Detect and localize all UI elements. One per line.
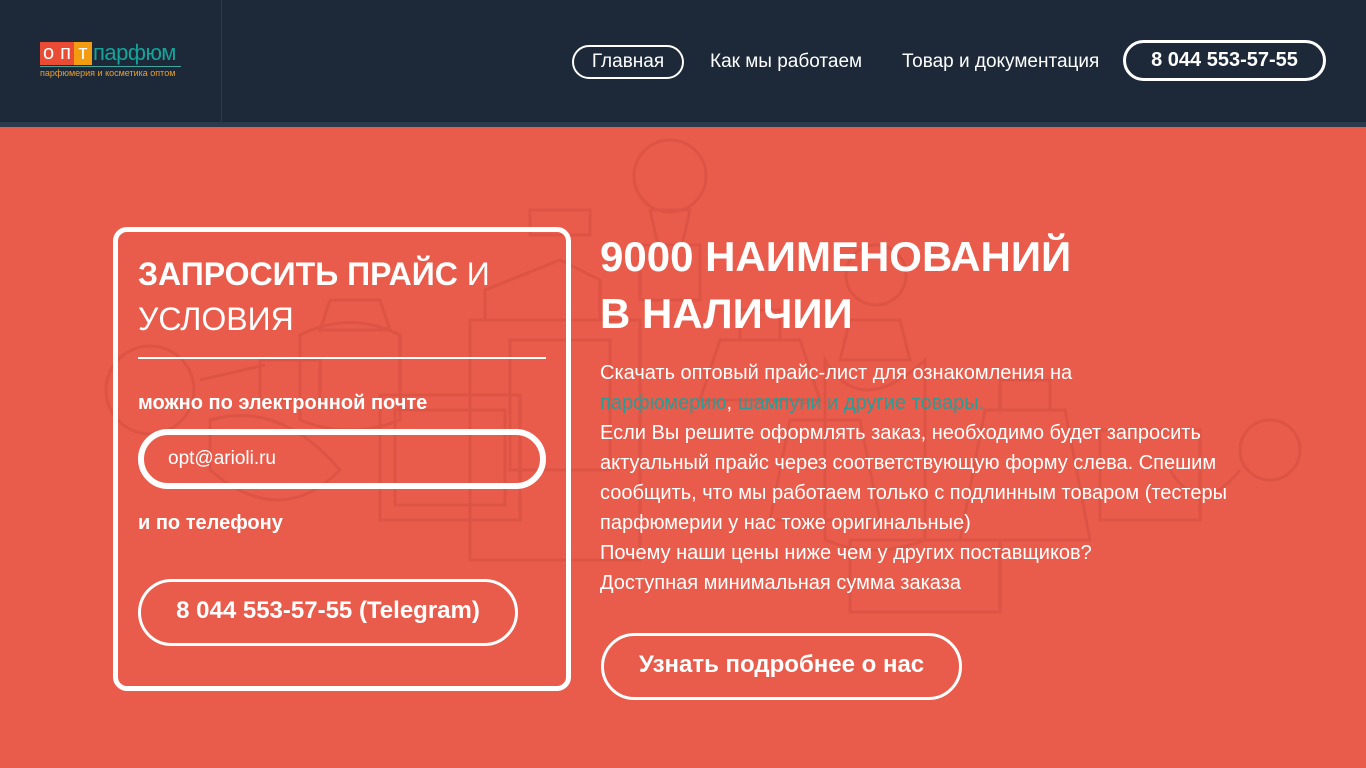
email-label: можно по электронной почте <box>138 392 428 414</box>
site-logo[interactable]: о п т парфюм парфюмерия и косметика опто… <box>40 40 185 84</box>
link-separator: , <box>726 392 733 414</box>
header-phone-button[interactable]: 8 044 553-57-55 <box>1123 40 1326 81</box>
learn-more-button[interactable]: Узнать подробнее о нас <box>601 633 962 700</box>
shampoo-link[interactable]: шампуни и другие товары. <box>738 392 985 414</box>
card-divider <box>138 357 546 359</box>
telegram-phone-button[interactable]: 8 044 553-57-55 (Telegram) <box>138 579 518 646</box>
perfume-link[interactable]: парфюмерию <box>600 392 726 414</box>
request-card-title: ЗАПРОСИТЬ ПРАЙС И УСЛОВИЯ <box>138 252 538 342</box>
min-order-line: Доступная минимальная сумма заказа <box>600 572 961 594</box>
logo-letter-o: о <box>40 42 57 65</box>
logo-tagline: парфюмерия и косметика оптом <box>40 68 176 78</box>
why-prices-line: Почему наши цены ниже чем у других поста… <box>600 542 1092 564</box>
logo-divider <box>221 0 222 122</box>
intro-line: Скачать оптовый прайс-лист для ознакомле… <box>600 362 1073 384</box>
email-link-field[interactable]: opt@arioli.ru <box>138 429 546 489</box>
nav-products-docs[interactable]: Товар и документация <box>902 51 1099 73</box>
page-headline: 9000 НАИМЕНОВАНИЙ В НАЛИЧИИ <box>600 228 1071 342</box>
order-paragraph: Если Вы решите оформлять заказ, необходи… <box>600 422 1227 534</box>
logo-letter-t: т <box>74 42 92 65</box>
nav-home[interactable]: Главная <box>572 45 684 79</box>
request-card-title-bold: ЗАПРОСИТЬ ПРАЙС <box>138 256 458 292</box>
logo-word: парфюм <box>93 40 176 65</box>
intro-text: Скачать оптовый прайс-лист для ознакомле… <box>600 358 1260 598</box>
headline-line-2: В НАЛИЧИИ <box>600 290 853 337</box>
logo-letter-p: п <box>57 42 74 65</box>
nav-how-we-work[interactable]: Как мы работаем <box>710 51 862 73</box>
headline-line-1: 9000 НАИМЕНОВАНИЙ <box>600 233 1072 280</box>
logo-underline <box>40 66 181 67</box>
category-links: парфюмерию, шампуни и другие товары. <box>600 388 1260 418</box>
phone-label: и по телефону <box>138 512 283 534</box>
